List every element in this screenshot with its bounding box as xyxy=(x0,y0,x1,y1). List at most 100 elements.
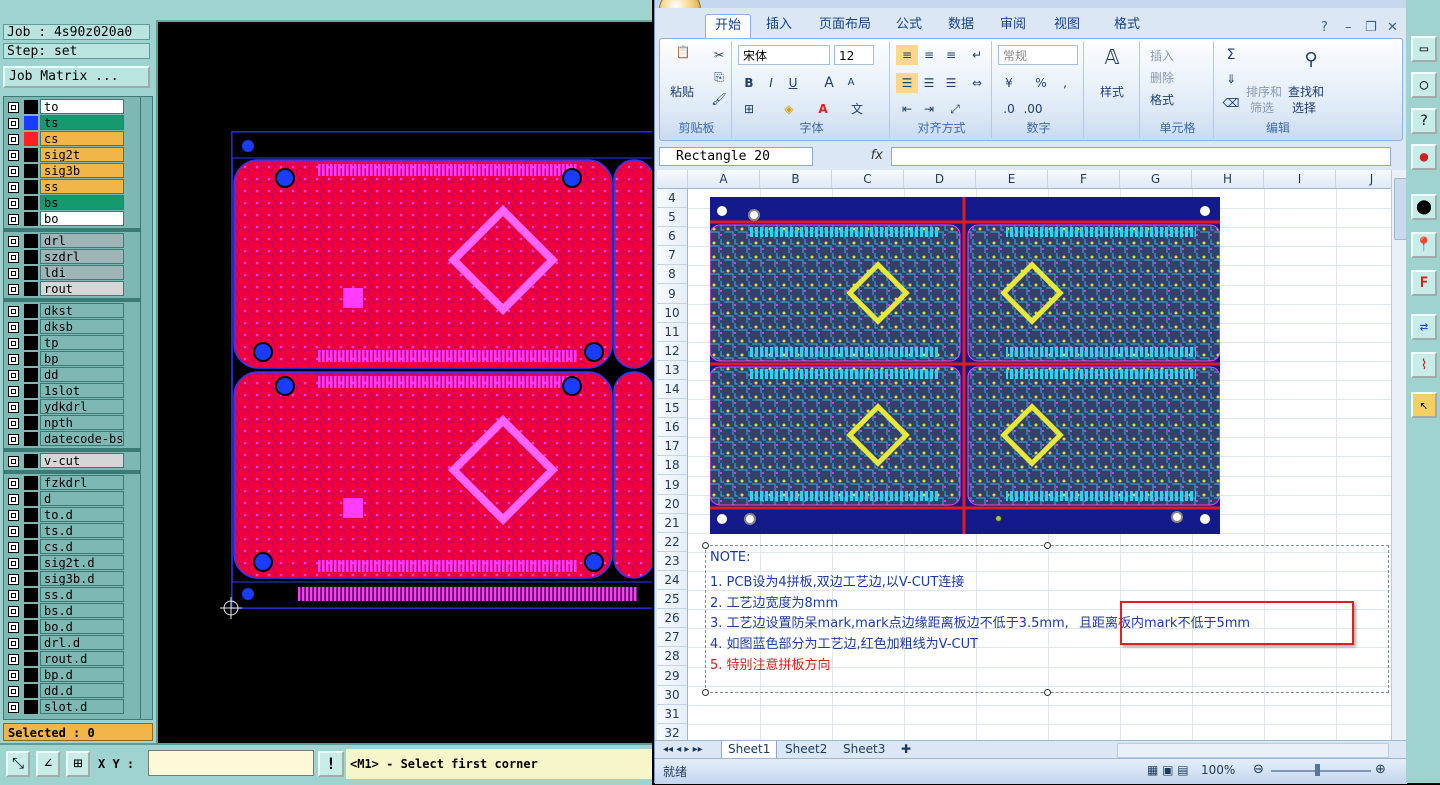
row-header[interactable]: 31 xyxy=(657,705,687,724)
layer-name[interactable]: ldi xyxy=(40,265,124,280)
styles-icon[interactable]: 𝔸 xyxy=(1094,45,1130,71)
layer-checkbox[interactable] xyxy=(8,622,19,633)
row-header[interactable]: 4 xyxy=(657,189,687,208)
layer-row[interactable]: v-cut xyxy=(4,453,140,469)
layer-row[interactable]: rout.d xyxy=(4,651,140,667)
fx-label[interactable]: fx xyxy=(821,147,889,166)
layer-name[interactable]: tp xyxy=(40,335,124,350)
layer-name[interactable]: szdrl xyxy=(40,249,124,264)
layer-row[interactable]: datecode-bs xyxy=(4,431,140,447)
increase-decimal-icon[interactable]: .0 xyxy=(998,99,1020,119)
pcb-canvas[interactable] xyxy=(158,20,652,743)
layer-row[interactable]: sig2t xyxy=(4,147,140,163)
layer-name[interactable]: drl.d xyxy=(40,635,124,650)
layer-checkbox[interactable] xyxy=(8,478,19,489)
layer-row[interactable]: 1slot xyxy=(4,383,140,399)
zoom-fit-icon[interactable]: ⤡ xyxy=(6,751,30,777)
merge-center-icon[interactable]: ⇔ xyxy=(966,73,988,93)
column-header[interactable]: I xyxy=(1264,170,1336,188)
layer-color-swatch[interactable] xyxy=(24,508,38,522)
layer-row[interactable]: cs xyxy=(4,131,140,147)
insert-cells-button[interactable]: 插入 xyxy=(1150,47,1174,64)
layer-name[interactable]: cs.d xyxy=(40,539,124,554)
row-header[interactable]: 10 xyxy=(657,304,687,323)
layer-color-swatch[interactable] xyxy=(24,212,38,226)
layer-color-swatch[interactable] xyxy=(24,636,38,650)
layer-color-swatch[interactable] xyxy=(24,266,38,280)
layer-name[interactable]: fzkdrl xyxy=(40,475,124,490)
resize-handle-b[interactable] xyxy=(1044,689,1051,696)
sheet-nav-icons[interactable]: ◂◂ ◂ ▸ ▸▸ xyxy=(657,741,719,758)
layer-checkbox[interactable] xyxy=(8,252,19,263)
highlight-rectangle[interactable] xyxy=(1120,601,1354,645)
layer-color-swatch[interactable] xyxy=(24,588,38,602)
layer-name[interactable]: ydkdrl xyxy=(40,399,124,414)
row-header[interactable]: 26 xyxy=(657,609,687,628)
pcb-graphic-view[interactable] xyxy=(158,20,652,743)
layer-row[interactable]: fzkdrl xyxy=(4,475,140,491)
layer-color-swatch[interactable] xyxy=(24,100,38,114)
layer-name[interactable]: sig3b xyxy=(40,163,124,178)
zoom-level[interactable]: 100% xyxy=(1201,763,1235,777)
layer-checkbox[interactable] xyxy=(8,542,19,553)
layer-checkbox[interactable] xyxy=(8,402,19,413)
increase-indent-icon[interactable]: ⇥ xyxy=(918,99,940,119)
layer-checkbox[interactable] xyxy=(8,386,19,397)
layer-checkbox[interactable] xyxy=(8,574,19,585)
fill-pad-icon[interactable]: ⬤ xyxy=(1411,194,1437,220)
select-all-corner[interactable] xyxy=(657,170,688,188)
layer-row[interactable]: bs.d xyxy=(4,603,140,619)
layer-row[interactable]: bo.d xyxy=(4,619,140,635)
layer-row[interactable]: szdrl xyxy=(4,249,140,265)
help-icon[interactable]: ? xyxy=(1411,108,1437,134)
layer-row[interactable]: sig3b.d xyxy=(4,571,140,587)
layer-name[interactable]: cs xyxy=(40,131,124,146)
layer-checkbox[interactable] xyxy=(8,526,19,537)
layer-color-swatch[interactable] xyxy=(24,148,38,162)
align-top-icon[interactable]: ≡ xyxy=(896,45,918,65)
row-header[interactable]: 14 xyxy=(657,380,687,399)
layer-row[interactable]: bp.d xyxy=(4,667,140,683)
row-header[interactable]: 22 xyxy=(657,533,687,552)
column-header[interactable]: B xyxy=(760,170,832,188)
row-header[interactable]: 30 xyxy=(657,686,687,705)
font-name-select[interactable]: 宋体 xyxy=(738,45,830,65)
layer-color-swatch[interactable] xyxy=(24,250,38,264)
italic-button[interactable]: I xyxy=(760,73,782,93)
layer-checkbox[interactable] xyxy=(8,590,19,601)
zoom-slider-thumb[interactable] xyxy=(1315,764,1320,776)
layer-checkbox[interactable] xyxy=(8,306,19,317)
layer-row[interactable]: ss.d xyxy=(4,587,140,603)
row-header[interactable]: 11 xyxy=(657,323,687,342)
layer-checkbox[interactable] xyxy=(8,510,19,521)
grow-font-button[interactable]: A xyxy=(818,73,840,93)
column-header[interactable]: D xyxy=(904,170,976,188)
layer-color-swatch[interactable] xyxy=(24,432,38,446)
layer-checkbox[interactable] xyxy=(8,354,19,365)
layer-checkbox[interactable] xyxy=(8,558,19,569)
align-left-icon[interactable]: ☰ xyxy=(896,73,918,93)
formula-input[interactable] xyxy=(891,147,1391,166)
row-header[interactable]: 15 xyxy=(657,399,687,418)
swap-icon[interactable]: ⇄ xyxy=(1411,314,1437,340)
layer-row[interactable]: ss xyxy=(4,179,140,195)
xy-input[interactable] xyxy=(148,750,314,776)
circle-tool-icon[interactable]: ○ xyxy=(1411,72,1437,98)
layer-name[interactable]: bp xyxy=(40,351,124,366)
layer-color-swatch[interactable] xyxy=(24,368,38,382)
zoom-slider[interactable] xyxy=(1271,770,1371,772)
paste-button[interactable]: 粘贴 xyxy=(670,83,694,100)
layer-row[interactable]: dd xyxy=(4,367,140,383)
row-header[interactable]: 18 xyxy=(657,456,687,475)
layer-name[interactable]: bo xyxy=(40,211,124,226)
row-header[interactable]: 32 xyxy=(657,724,687,740)
column-header[interactable]: E xyxy=(976,170,1048,188)
layer-checkbox[interactable] xyxy=(8,434,19,445)
layer-color-swatch[interactable] xyxy=(24,572,38,586)
percent-button[interactable]: % xyxy=(1030,73,1052,93)
shrink-font-button[interactable]: A xyxy=(840,73,862,93)
layer-name[interactable]: ts xyxy=(40,115,124,130)
layer-name[interactable]: ss.d xyxy=(40,587,124,602)
binoculars-icon[interactable]: ⚲ xyxy=(1296,49,1326,75)
layer-name[interactable]: 1slot xyxy=(40,383,124,398)
